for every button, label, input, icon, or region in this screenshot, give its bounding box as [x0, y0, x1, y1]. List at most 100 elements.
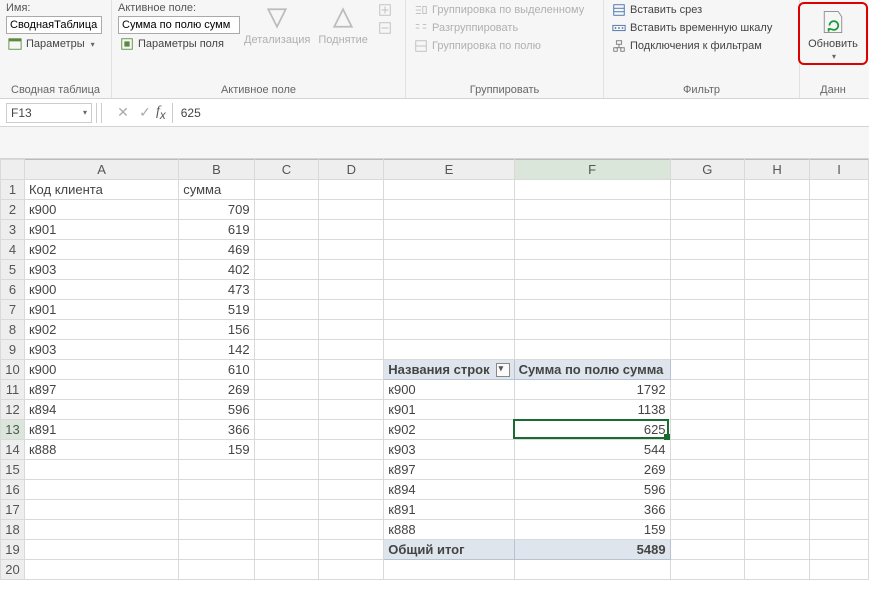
- pivot-filter-button[interactable]: [496, 363, 510, 377]
- row-header[interactable]: 3: [1, 220, 25, 240]
- cell[interactable]: [319, 420, 384, 440]
- cell[interactable]: [384, 260, 514, 280]
- cell[interactable]: [319, 500, 384, 520]
- row-header[interactable]: 4: [1, 240, 25, 260]
- cell[interactable]: к903: [24, 260, 178, 280]
- row-header[interactable]: 12: [1, 400, 25, 420]
- cell[interactable]: 596: [514, 480, 670, 500]
- cell[interactable]: [254, 300, 319, 320]
- cell[interactable]: [24, 500, 178, 520]
- cell[interactable]: к900: [384, 380, 514, 400]
- cell[interactable]: [319, 560, 384, 580]
- cell[interactable]: [514, 200, 670, 220]
- cell[interactable]: [745, 440, 810, 460]
- row-header[interactable]: 7: [1, 300, 25, 320]
- cell[interactable]: [670, 200, 745, 220]
- cell[interactable]: [810, 340, 869, 360]
- cell[interactable]: к900: [24, 280, 178, 300]
- col-header-H[interactable]: H: [745, 160, 810, 180]
- cell[interactable]: [670, 380, 745, 400]
- cell[interactable]: к903: [24, 340, 178, 360]
- cell[interactable]: [745, 480, 810, 500]
- row-header[interactable]: 15: [1, 460, 25, 480]
- cell[interactable]: [254, 220, 319, 240]
- worksheet-grid[interactable]: A B C D E F G H I 1 Код клиента сумма 2к…: [0, 159, 869, 580]
- cell[interactable]: [670, 500, 745, 520]
- cell[interactable]: [319, 360, 384, 380]
- cell[interactable]: [670, 300, 745, 320]
- cell[interactable]: 610: [179, 360, 254, 380]
- cell[interactable]: [319, 520, 384, 540]
- cell[interactable]: [319, 440, 384, 460]
- cell[interactable]: [319, 260, 384, 280]
- cell[interactable]: [254, 400, 319, 420]
- cell[interactable]: 544: [514, 440, 670, 460]
- cell[interactable]: [514, 180, 670, 200]
- cell[interactable]: 366: [514, 500, 670, 520]
- row-header[interactable]: 9: [1, 340, 25, 360]
- cell[interactable]: [670, 280, 745, 300]
- cell[interactable]: [254, 440, 319, 460]
- cell[interactable]: [254, 340, 319, 360]
- cell[interactable]: к894: [384, 480, 514, 500]
- cell[interactable]: [670, 260, 745, 280]
- cell[interactable]: [514, 240, 670, 260]
- row-header[interactable]: 8: [1, 320, 25, 340]
- cell[interactable]: к902: [24, 240, 178, 260]
- col-header-B[interactable]: B: [179, 160, 254, 180]
- row-header[interactable]: 2: [1, 200, 25, 220]
- cell[interactable]: [254, 380, 319, 400]
- cell[interactable]: [254, 500, 319, 520]
- cell[interactable]: [670, 180, 745, 200]
- cell[interactable]: [670, 480, 745, 500]
- cell[interactable]: [745, 520, 810, 540]
- cell[interactable]: 619: [179, 220, 254, 240]
- cell[interactable]: [745, 540, 810, 560]
- cell[interactable]: [810, 260, 869, 280]
- cell[interactable]: [254, 520, 319, 540]
- cell[interactable]: [179, 500, 254, 520]
- cell[interactable]: [670, 520, 745, 540]
- cell[interactable]: [179, 480, 254, 500]
- cell[interactable]: [745, 380, 810, 400]
- cell[interactable]: к897: [24, 380, 178, 400]
- cell[interactable]: [670, 560, 745, 580]
- cell[interactable]: [745, 240, 810, 260]
- cell[interactable]: 709: [179, 200, 254, 220]
- cell[interactable]: 1792: [514, 380, 670, 400]
- row-header[interactable]: 18: [1, 520, 25, 540]
- col-header-G[interactable]: G: [670, 160, 745, 180]
- cell[interactable]: [254, 280, 319, 300]
- cell[interactable]: к902: [384, 420, 514, 440]
- row-header[interactable]: 13: [1, 420, 25, 440]
- cell[interactable]: к902: [24, 320, 178, 340]
- cell[interactable]: [810, 240, 869, 260]
- row-header[interactable]: 16: [1, 480, 25, 500]
- cell[interactable]: [670, 460, 745, 480]
- cell[interactable]: [810, 360, 869, 380]
- col-header-C[interactable]: C: [254, 160, 319, 180]
- row-header[interactable]: 11: [1, 380, 25, 400]
- pivot-params-button[interactable]: Параметры▾: [6, 36, 102, 52]
- activefield-input[interactable]: [118, 16, 240, 34]
- pivot-rowlabels-header[interactable]: Названия строк: [384, 360, 514, 380]
- cell[interactable]: [670, 220, 745, 240]
- select-all-corner[interactable]: [1, 160, 25, 180]
- cell[interactable]: 156: [179, 320, 254, 340]
- cell[interactable]: [745, 280, 810, 300]
- cell[interactable]: [670, 340, 745, 360]
- cell[interactable]: [514, 340, 670, 360]
- cell[interactable]: [254, 200, 319, 220]
- cell[interactable]: [810, 300, 869, 320]
- cell[interactable]: [24, 460, 178, 480]
- cell[interactable]: [319, 480, 384, 500]
- cell[interactable]: [810, 500, 869, 520]
- cell[interactable]: [254, 480, 319, 500]
- cell[interactable]: [179, 460, 254, 480]
- cell[interactable]: [810, 540, 869, 560]
- cell[interactable]: [179, 540, 254, 560]
- cell[interactable]: [670, 540, 745, 560]
- cell[interactable]: [254, 260, 319, 280]
- cell[interactable]: [384, 300, 514, 320]
- cell[interactable]: 269: [514, 460, 670, 480]
